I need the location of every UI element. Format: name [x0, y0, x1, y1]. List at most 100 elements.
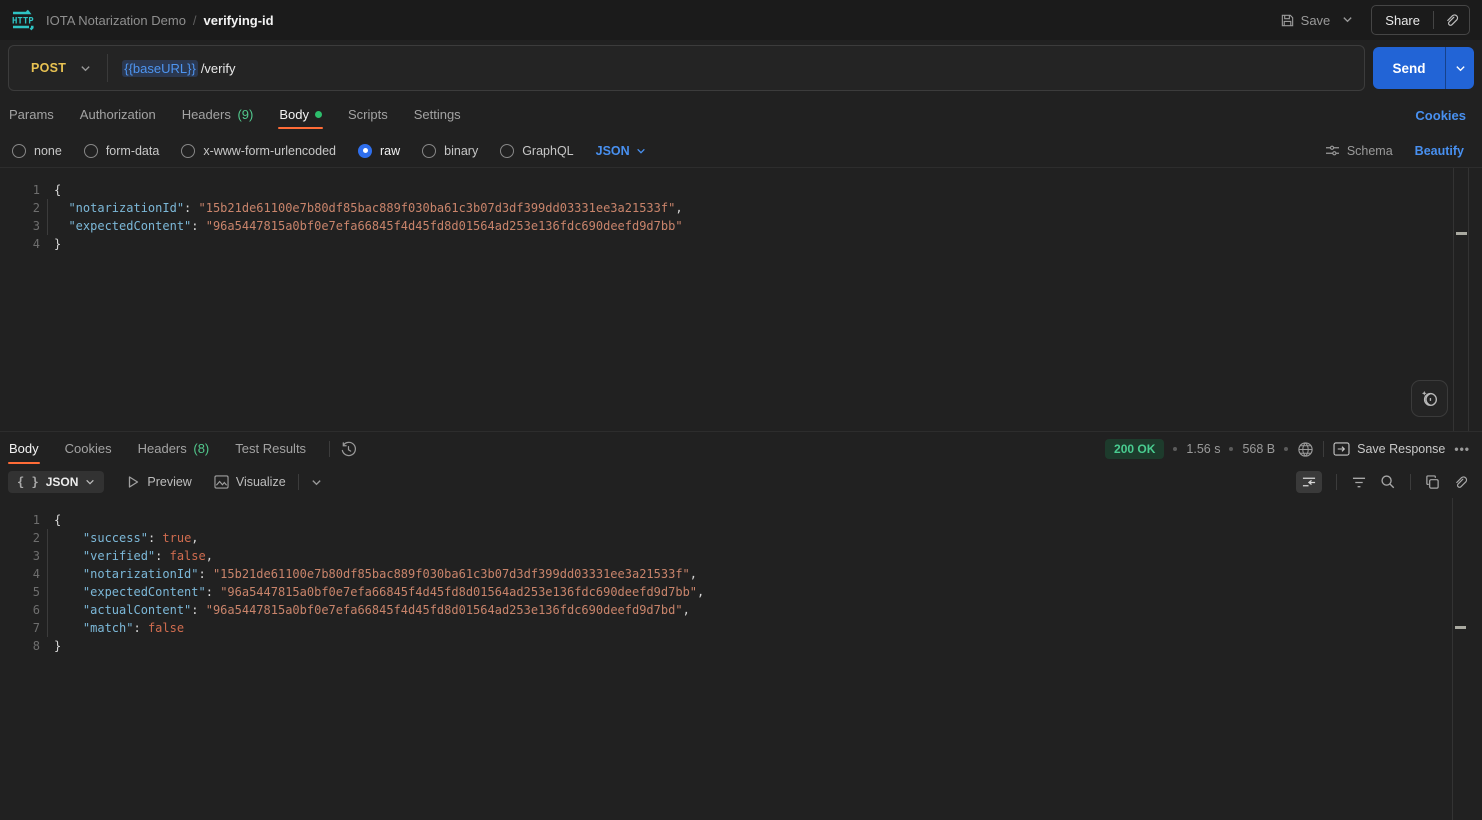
save-response-icon	[1333, 442, 1350, 456]
body-type-radio-binary[interactable]: binary	[422, 144, 478, 158]
wrap-text-toggle[interactable]	[1296, 471, 1322, 493]
line-number: 7	[0, 619, 40, 637]
response-more-menu[interactable]: •••	[1454, 442, 1470, 456]
radio-circle	[181, 144, 195, 158]
code-line: 2 "notarizationId": "15b21de61100e7b80df…	[0, 199, 1482, 217]
radio-circle	[358, 144, 372, 158]
code-content: }	[40, 235, 61, 253]
tab-label: Authorization	[80, 107, 156, 122]
breadcrumb-collection[interactable]: IOTA Notarization Demo	[46, 13, 186, 28]
save-icon	[1280, 13, 1295, 28]
response-size[interactable]: 568 B	[1242, 442, 1275, 456]
line-number: 8	[0, 637, 40, 655]
response-tab-cookies[interactable]: Cookies	[64, 432, 113, 466]
link-icon[interactable]	[1453, 475, 1468, 490]
copy-link-icon[interactable]	[1434, 6, 1469, 34]
code-content: "expectedContent": "96a5447815a0bf0e7efa…	[40, 217, 683, 235]
toolbar-divider	[298, 474, 299, 490]
body-type-radio-none[interactable]: none	[12, 144, 62, 158]
play-icon	[126, 475, 140, 489]
tab-params[interactable]: Params	[8, 97, 55, 133]
preview-button[interactable]: Preview	[126, 475, 191, 489]
body-type-radio-raw[interactable]: raw	[358, 144, 400, 158]
response-right-tools	[1296, 471, 1468, 493]
method-selector[interactable]: POST	[9, 61, 80, 75]
response-editor-scrollbar[interactable]	[1452, 498, 1468, 820]
code-line: 5 "expectedContent": "96a5447815a0bf0e7e…	[0, 583, 1482, 601]
network-globe-icon[interactable]	[1297, 441, 1314, 458]
code-content: "success": true,	[40, 529, 199, 547]
tab-label: Test Results	[235, 441, 306, 456]
response-tab-test-results[interactable]: Test Results	[234, 432, 307, 466]
save-response-label: Save Response	[1357, 442, 1445, 456]
tab-count-badge: (8)	[190, 441, 210, 456]
send-button[interactable]: Send	[1373, 47, 1445, 89]
line-number: 2	[0, 529, 40, 547]
scrollbar-marker	[1456, 232, 1467, 235]
schema-button[interactable]: Schema	[1325, 144, 1393, 158]
search-icon[interactable]	[1380, 474, 1396, 490]
response-tab-headers[interactable]: Headers (8)	[137, 432, 211, 466]
response-history-icon[interactable]	[340, 441, 357, 458]
tab-label: Params	[9, 107, 54, 122]
cookies-link[interactable]: Cookies	[1415, 108, 1466, 123]
visualize-button[interactable]: Visualize	[214, 475, 286, 489]
postbot-button[interactable]	[1411, 380, 1448, 417]
breadcrumb-request-name[interactable]: verifying-id	[204, 13, 274, 28]
share-button-group: Share	[1371, 5, 1470, 35]
tab-body[interactable]: Body	[278, 97, 323, 133]
request-tabs: Params Authorization Headers (9) Body Script…	[0, 96, 1482, 134]
visualize-label: Visualize	[236, 475, 286, 489]
filter-icon[interactable]	[1351, 476, 1367, 489]
response-format-select[interactable]: { } JSON	[8, 471, 104, 493]
save-button[interactable]: Save	[1274, 9, 1337, 32]
body-language-select[interactable]: JSON	[596, 144, 646, 158]
url-path[interactable]: /verify	[201, 61, 236, 76]
url-input[interactable]: {{baseURL}}/verify	[122, 61, 1364, 76]
line-number: 6	[0, 601, 40, 619]
line-number: 4	[0, 235, 40, 253]
response-format-label: JSON	[46, 475, 79, 489]
unsaved-changes-dot	[315, 111, 322, 118]
save-response-button[interactable]: Save Response	[1333, 442, 1445, 456]
tab-settings[interactable]: Settings	[413, 97, 462, 133]
share-button[interactable]: Share	[1372, 6, 1433, 34]
code-line: 7 "match": false	[0, 619, 1482, 637]
tab-authorization[interactable]: Authorization	[79, 97, 157, 133]
tab-label: Headers	[138, 441, 187, 456]
response-body-editor[interactable]: 1{2 "success": true,3 "verified": false,…	[0, 498, 1482, 820]
response-tab-body[interactable]: Body	[8, 432, 40, 466]
response-time[interactable]: 1.56 s	[1186, 442, 1220, 456]
tab-label: Cookies	[65, 441, 112, 456]
scrollbar-marker	[1455, 626, 1466, 629]
status-badge[interactable]: 200 OK	[1105, 439, 1164, 459]
body-type-radio-graphql[interactable]: GraphQL	[500, 144, 573, 158]
radio-label: form-data	[106, 144, 160, 158]
save-options-chevron[interactable]	[1336, 9, 1359, 32]
body-language-label: JSON	[596, 144, 630, 158]
code-line: 3 "verified": false,	[0, 547, 1482, 565]
method-chevron-icon[interactable]	[80, 63, 91, 74]
tab-scripts[interactable]: Scripts	[347, 97, 389, 133]
body-type-radio-form-data[interactable]: form-data	[84, 144, 160, 158]
request-body-code: 1{2 "notarizationId": "15b21de61100e7b80…	[0, 168, 1482, 253]
code-content: "verified": false,	[40, 547, 213, 565]
send-options-chevron[interactable]	[1445, 47, 1474, 89]
radio-circle	[84, 144, 98, 158]
view-options-chevron[interactable]	[311, 477, 322, 488]
code-content: {	[40, 511, 61, 529]
line-number: 2	[0, 199, 40, 217]
body-type-radio-x-www-form-urlencoded[interactable]: x-www-form-urlencoded	[181, 144, 336, 158]
save-button-label: Save	[1301, 13, 1331, 28]
meta-dot	[1173, 447, 1177, 451]
send-button-group: Send	[1373, 47, 1474, 89]
request-editor-scrollbar[interactable]	[1453, 168, 1469, 431]
url-variable[interactable]: {{baseURL}}	[122, 60, 198, 77]
beautify-button[interactable]: Beautify	[1415, 144, 1464, 158]
tab-headers[interactable]: Headers (9)	[181, 97, 255, 133]
image-icon	[214, 475, 229, 489]
response-header: Body Cookies Headers (8) Test Results 200 O…	[0, 432, 1482, 466]
copy-icon[interactable]	[1425, 475, 1440, 490]
code-line: 1{	[0, 181, 1482, 199]
request-body-editor[interactable]: 1{2 "notarizationId": "15b21de61100e7b80…	[0, 168, 1482, 432]
